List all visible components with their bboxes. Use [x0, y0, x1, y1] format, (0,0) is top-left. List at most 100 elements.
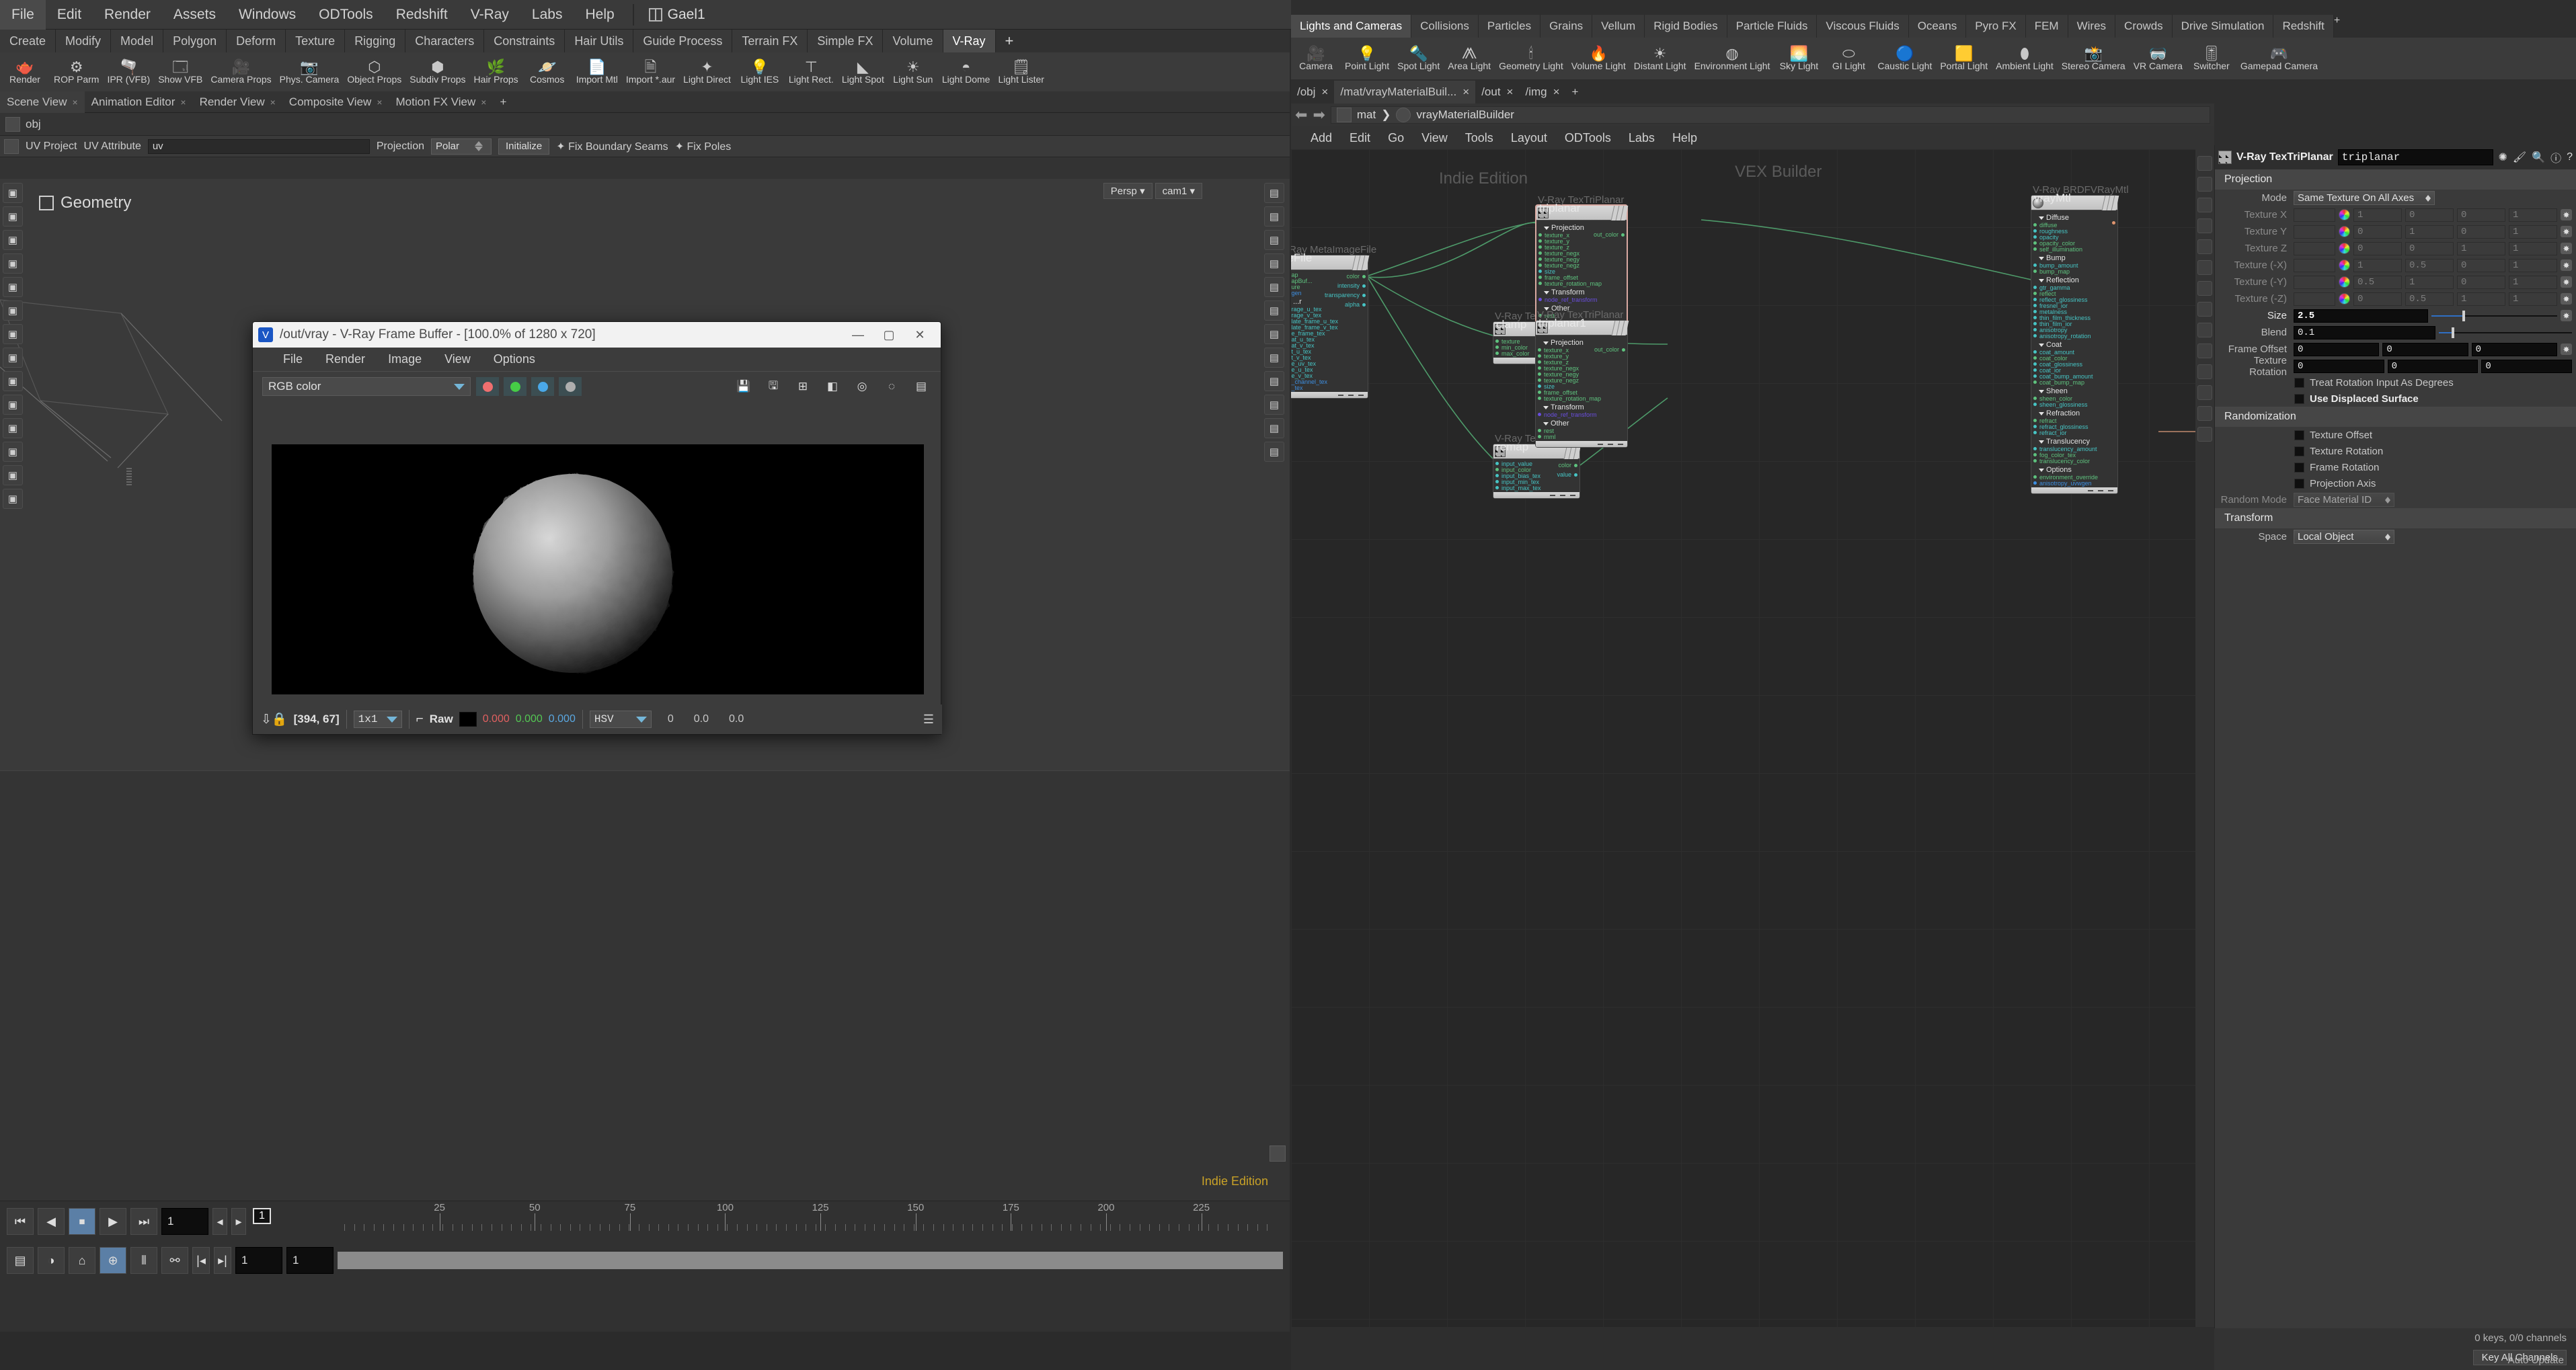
network-side-tool-2[interactable]	[2197, 198, 2212, 212]
network-side-tool-0[interactable]	[2197, 156, 2212, 171]
light2-icon[interactable]: ▤	[1264, 371, 1284, 391]
auto-key-button[interactable]: ⚯	[161, 1247, 188, 1274]
color-wheel-icon[interactable]	[2339, 276, 2350, 288]
channel-dropdown[interactable]: RGB color	[262, 377, 471, 396]
shelf-right-tab-wires[interactable]: Wires	[2068, 15, 2116, 38]
checkbox[interactable]	[2294, 377, 2304, 388]
port-dot[interactable]	[1495, 462, 1499, 465]
minimize-icon[interactable]: —	[843, 322, 873, 348]
gear-icon[interactable]: ✸	[2561, 226, 2572, 237]
collapse-triangle-icon[interactable]	[1543, 421, 1549, 426]
gear-icon[interactable]: ✸	[2560, 344, 2572, 355]
range-start-input[interactable]: 1	[235, 1247, 282, 1274]
texture-value-field[interactable]: 1	[2405, 275, 2454, 289]
network-side-tool-1[interactable]	[2197, 177, 2212, 192]
shelf-right-tab-oceans[interactable]: Oceans	[1908, 15, 1967, 38]
node-input-coat_bump_map[interactable]: coat_bump_map	[2031, 379, 2117, 386]
color-space-dropdown[interactable]: HSV	[589, 711, 652, 728]
range-start-marker[interactable]: |◂	[192, 1247, 210, 1274]
texture-field[interactable]	[2294, 208, 2335, 222]
breadcrumb-mat[interactable]: mat	[1357, 108, 1376, 122]
menu-item-windows[interactable]: Windows	[227, 0, 307, 30]
port-dot[interactable]	[1538, 257, 1542, 261]
shelf-right-item-switcher[interactable]: 🎚 Switcher	[2187, 39, 2236, 78]
port-dot[interactable]	[1538, 245, 1542, 249]
checkbox[interactable]	[2294, 462, 2304, 473]
shelf-left-item-light-dome[interactable]: ◓ Light Dome	[938, 52, 994, 91]
shelf-right-item-gamepad-camera[interactable]: 🎮 Gamepad Camera	[2236, 39, 2322, 78]
node-output-intensity[interactable]: intensity	[1337, 282, 1366, 289]
layers-icon[interactable]: ▤	[911, 378, 931, 395]
port-dot[interactable]	[2033, 334, 2037, 337]
jump-to-end-button[interactable]: ⏭	[130, 1208, 157, 1235]
color-wheel-icon[interactable]	[2339, 259, 2350, 271]
shelf-right-tab-pyro-fx[interactable]: Pyro FX	[1966, 15, 2026, 38]
node-input-rnml[interactable]: rnml	[1536, 434, 1627, 440]
port-dot[interactable]	[1538, 298, 1542, 301]
timeline-playhead[interactable]: 1	[253, 1208, 271, 1224]
network-side-tool-10[interactable]	[2197, 364, 2212, 379]
port-dot[interactable]	[2033, 247, 2037, 251]
collapse-triangle-icon[interactable]	[1543, 405, 1549, 409]
menu-item-assets[interactable]: Assets	[162, 0, 227, 30]
pane-add-tab-button[interactable]: +	[493, 91, 513, 113]
shelf-left-item-light-rect-[interactable]: ⊤ Light Rect.	[785, 52, 838, 91]
port-dot[interactable]	[2033, 459, 2037, 462]
fix-poles-toggle[interactable]: ✦ Fix Poles	[675, 140, 732, 153]
snap2-icon[interactable]: ▤	[1264, 324, 1284, 344]
keyframe-mode-button[interactable]: ▤	[7, 1247, 34, 1274]
node-gefile[interactable]: V-Ray MetaImageFilegeFilecolorintensityt…	[1291, 244, 1376, 399]
node-input-node_ref_transform[interactable]: node_ref_transform	[1536, 411, 1627, 418]
grid-icon[interactable]: ▤	[1264, 300, 1284, 321]
vfb-menu-file[interactable]: File	[272, 352, 314, 366]
network-side-tool-5[interactable]	[2197, 260, 2212, 275]
shelf-left-item-object-props[interactable]: ⬡ Object Props	[343, 52, 405, 91]
port-dot[interactable]	[1622, 348, 1625, 352]
frame-offset-field[interactable]: 0	[2294, 342, 2380, 356]
pane-tab-motion-fx-view[interactable]: Motion FX View ×	[389, 91, 494, 113]
port-dot[interactable]	[2033, 419, 2037, 422]
port-dot[interactable]	[2033, 397, 2037, 400]
node-output-color[interactable]: color	[1558, 462, 1577, 469]
node-input-input_max_tex[interactable]: input_max_tex	[1493, 485, 1579, 491]
space-dropdown[interactable]: Local Object	[2294, 530, 2394, 544]
gear-icon[interactable]: ✸	[2561, 209, 2572, 220]
texture-value-field[interactable]: 0	[2353, 241, 2402, 255]
network-side-tool-6[interactable]	[2197, 281, 2212, 296]
step-fwd-key-button[interactable]: ▸	[231, 1208, 246, 1235]
gear-icon[interactable]: ✺	[2498, 151, 2507, 164]
snap-icon[interactable]: ▣	[3, 324, 23, 344]
shelf-right-item-gi-light[interactable]: ⬭ GI Light	[1824, 39, 1873, 78]
vfb-title-bar[interactable]: V /out/vray - V-Ray Frame Buffer - [100.…	[253, 322, 941, 348]
step-back-button[interactable]: ◀	[38, 1208, 65, 1235]
rotate-icon[interactable]: ▣	[3, 277, 23, 297]
node-input-anisotropy_rotation[interactable]: anisotropy_rotation	[2031, 333, 2117, 339]
red-channel-toggle[interactable]	[476, 377, 499, 396]
menu-item-help[interactable]: Help	[574, 0, 625, 30]
node-triplanar1[interactable]: V-Ray TexTriPlanar triplanar1 out_color Pro…	[1535, 309, 1629, 448]
port-dot[interactable]	[2033, 310, 2037, 313]
node-flag-strip[interactable]	[2101, 195, 2119, 210]
port-dot[interactable]	[1538, 385, 1541, 388]
handles-button[interactable]: ⌂	[69, 1247, 95, 1274]
port-dot[interactable]	[2033, 403, 2037, 406]
shelf-left-item-light-spot[interactable]: ◣ Light Spot	[838, 52, 888, 91]
param-checkbox-texture-rotation[interactable]: Texture Rotation	[2215, 443, 2576, 459]
menu-item-labs[interactable]: Labs	[520, 0, 574, 30]
texture-value-field[interactable]: 1	[2353, 258, 2402, 272]
desktop-selector[interactable]: Gael1	[641, 2, 713, 28]
collapse-triangle-icon[interactable]	[2039, 440, 2044, 444]
texture-field[interactable]	[2294, 241, 2335, 255]
shelf-right-item-vr-camera[interactable]: 🥽 VR Camera	[2130, 39, 2187, 78]
color-wheel-icon[interactable]	[2339, 209, 2350, 220]
projection-dropdown[interactable]: Polar	[431, 138, 492, 155]
texture-value-field[interactable]: 1	[2509, 275, 2557, 289]
uv-attribute-input[interactable]: uv	[147, 138, 370, 154]
fx-icon[interactable]: ▤	[1264, 418, 1284, 438]
checkbox[interactable]	[2294, 446, 2304, 456]
shelf-right-tab-crowds[interactable]: Crowds	[2115, 15, 2173, 38]
network-side-tool-4[interactable]	[2197, 239, 2212, 254]
gear-icon[interactable]: ✸	[2561, 243, 2572, 254]
current-frame-input[interactable]: 1	[161, 1208, 208, 1235]
alpha-channel-toggle[interactable]	[559, 377, 582, 396]
